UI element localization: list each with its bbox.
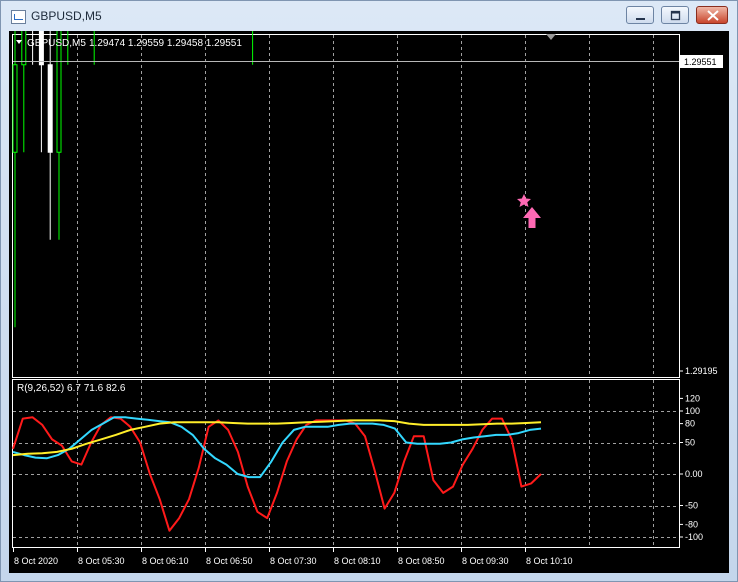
chart-shift-marker[interactable] <box>546 34 556 40</box>
time-tick-label: 8 Oct 10:10 <box>526 556 573 566</box>
candle-body <box>56 31 62 153</box>
indicator-tick-label: -80 <box>685 519 698 529</box>
chart-ohlc-readout: 1.29474 1.29559 1.29458 1.29551 <box>89 38 242 49</box>
time-axis: 8 Oct 2020 8 Oct 05:30 8 Oct 06:10 8 Oct 06… <box>13 548 573 566</box>
chart-area[interactable]: 1.295151.294751.294351.293951.293551.293… <box>9 31 729 573</box>
candle-body <box>47 64 53 153</box>
indicator-tick-label: 50 <box>685 438 695 448</box>
time-tick-label: 8 Oct 07:30 <box>270 556 317 566</box>
maximize-button[interactable] <box>661 6 689 24</box>
candle-body <box>21 31 27 66</box>
indicator-grid <box>13 380 679 547</box>
time-tick-label: 8 Oct 2020 <box>14 556 58 566</box>
indicator-tick-label: -100 <box>685 532 703 542</box>
current-price-label: 1.29551 <box>684 57 717 67</box>
price-axis: 1.295151.294751.294351.293951.293551.293… <box>679 366 718 376</box>
dropdown-triangle-icon[interactable] <box>16 40 22 44</box>
time-tick-label: 8 Oct 08:10 <box>334 556 381 566</box>
chart-window-icon <box>11 10 26 24</box>
restore-icon <box>670 10 681 21</box>
minimize-icon <box>636 18 645 20</box>
indicator-axis: 120 100 80 50 0.00 -50 -80 -100 <box>679 393 703 542</box>
buy-signal-arrow-icon <box>517 194 541 228</box>
indicator-tick-label: 0.00 <box>685 469 703 479</box>
indicator-series-line <box>12 419 542 457</box>
indicator-panel-border <box>12 379 680 548</box>
time-tick-label: 8 Oct 05:30 <box>78 556 125 566</box>
indicator-tick-label: 80 <box>685 419 695 429</box>
price-grid <box>77 35 654 377</box>
price-panel-border <box>12 34 680 378</box>
minimize-button[interactable] <box>626 6 654 24</box>
candle-body <box>12 64 18 153</box>
time-tick-label: 8 Oct 08:50 <box>398 556 445 566</box>
time-tick-label: 8 Oct 06:10 <box>142 556 189 566</box>
close-icon <box>707 10 719 21</box>
candles <box>12 31 254 328</box>
time-tick-label: 8 Oct 06:50 <box>206 556 253 566</box>
indicator-tick-label: 120 <box>685 393 700 403</box>
time-tick-label: 8 Oct 09:30 <box>462 556 509 566</box>
chart-symbol-label: GBPUSD,M5 <box>27 38 86 49</box>
title-bar[interactable]: GBPUSD,M5 <box>1 1 737 31</box>
price-tick-label: 1.29195 <box>685 366 718 376</box>
indicator-label: R(9,26,52) 6.7 71.6 82.6 <box>17 383 126 394</box>
indicator-tick-label: -50 <box>685 501 698 511</box>
window-title: GBPUSD,M5 <box>31 9 102 23</box>
terminal-chart-window: GBPUSD,M5 1.295151.294751.294351.293951.… <box>0 0 738 582</box>
indicator-tick-label: 100 <box>685 406 700 416</box>
close-button[interactable] <box>696 6 728 24</box>
chart-canvas[interactable]: 1.295151.294751.294351.293951.293551.293… <box>9 31 729 573</box>
